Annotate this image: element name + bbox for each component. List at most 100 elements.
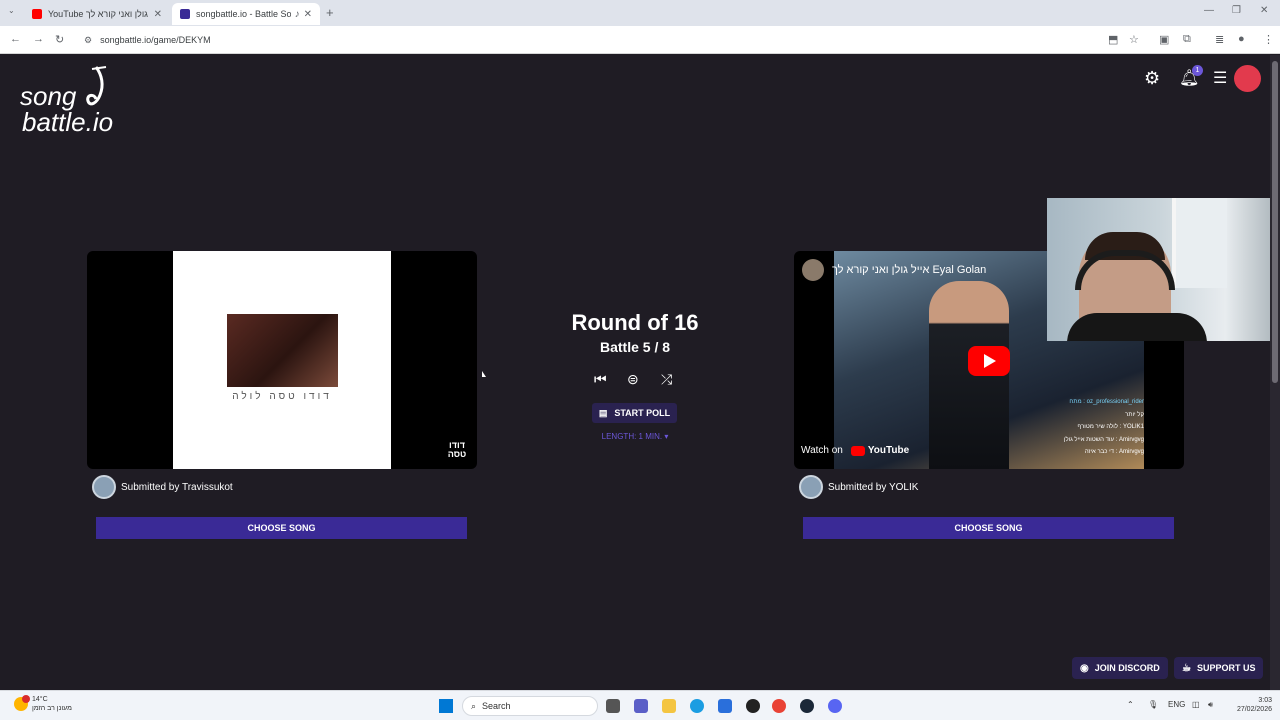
install-app-icon[interactable]: ⬒: [1108, 33, 1118, 46]
back-icon[interactable]: ←: [10, 33, 21, 45]
network-icon[interactable]: ◫: [1192, 700, 1200, 709]
volume-icon[interactable]: 🔊︎: [1208, 700, 1213, 710]
choose-right-song-button[interactable]: CHOOSE SONG: [803, 517, 1174, 539]
url-field[interactable]: ⚙ songbattle.io/game/DEKYM: [80, 30, 1150, 50]
user-avatar[interactable]: [1234, 65, 1261, 92]
discord-icon: ◉: [1080, 662, 1089, 674]
weather-text: מעונן רב הזמן: [32, 705, 72, 712]
chrome-icon[interactable]: [772, 699, 786, 713]
shuffle-icon[interactable]: ⤮: [661, 371, 672, 388]
tab-title: YouTube אייל גולן ואני קורא לך: [48, 9, 150, 19]
channel-avatar[interactable]: [802, 259, 824, 281]
media-control-icon[interactable]: ≣: [1215, 33, 1224, 46]
clock-date: 27/02/2026: [1236, 706, 1272, 713]
tray-chevron-icon[interactable]: ⌃: [1127, 700, 1134, 709]
extensions-puzzle-icon[interactable]: ⧉: [1183, 33, 1191, 46]
logo-text-battle: battle.io: [22, 107, 114, 137]
scrollbar-thumb[interactable]: [1272, 61, 1278, 383]
reload-icon[interactable]: ↻: [55, 33, 64, 46]
length-selector[interactable]: LENGTH: 1 MIN. ▾: [560, 432, 710, 441]
minimize-icon[interactable]: —: [1204, 5, 1214, 16]
submitted-by-text: Submitted by YOLIK: [828, 481, 919, 493]
speaker-icon[interactable]: ♪: [295, 9, 300, 20]
hamburger-menu-icon[interactable]: ☰: [1213, 68, 1227, 88]
battle-controls: ⏮ ⊜ ⤮: [590, 371, 680, 389]
join-discord-button[interactable]: ◉ JOIN DISCORD: [1072, 657, 1168, 679]
join-discord-label: JOIN DISCORD: [1094, 663, 1160, 673]
chat-line: קל יותר: [1125, 411, 1144, 418]
submitter-avatar: [92, 475, 116, 499]
notification-badge: 1: [1192, 65, 1203, 76]
forward-icon[interactable]: →: [33, 33, 44, 45]
support-us-button[interactable]: ☕︎ SUPPORT US: [1174, 657, 1264, 679]
tab-search-icon[interactable]: ⌄: [8, 6, 15, 15]
battle-counter: Battle 5 / 8: [599, 339, 671, 355]
songbattle-logo[interactable]: song battle.io: [20, 65, 140, 141]
browser-tab-bar: ⌄ YouTube אייל גולן ואני קורא לך ✕ songb…: [0, 0, 1280, 26]
songbattle-favicon-icon: [180, 9, 190, 19]
close-tab-icon[interactable]: ✕: [304, 9, 312, 20]
chat-line: Amirvgvg : עוד השטות אייל גולן: [1063, 436, 1144, 443]
maximize-icon[interactable]: ❐: [1232, 5, 1241, 16]
address-bar: ← → ↻ ⚙ songbattle.io/game/DEKYM ⬒ ☆ ▣ ⧉…: [0, 26, 1280, 54]
support-us-label: SUPPORT US: [1196, 663, 1256, 673]
tab-songbattle[interactable]: songbattle.io - Battle Song ♪ ✕: [172, 3, 320, 25]
youtube-play-icon[interactable]: [968, 346, 1010, 376]
teams-icon[interactable]: [634, 699, 648, 713]
task-view-icon[interactable]: [606, 699, 620, 713]
video-title[interactable]: אייל גולן ואני קורא לך Eyal Golan: [832, 264, 986, 276]
saxophone-icon: [86, 66, 107, 106]
previous-battle-icon[interactable]: ⏮: [594, 371, 607, 388]
steam-icon[interactable]: [800, 699, 814, 713]
page-content: song battle.io ⚙ 🔔︎ 1 ☰ דודו טסה לולה דו…: [0, 55, 1270, 690]
left-submitter: Submitted by Travissukot: [92, 475, 233, 499]
chat-line: Amirvgvg : די כבר איזה: [1084, 449, 1144, 455]
watch-on-youtube[interactable]: Watch on YouTube: [801, 445, 909, 456]
tab-title: songbattle.io - Battle Song: [196, 9, 291, 19]
album-cover: דודו טסה לולה: [173, 251, 391, 469]
youtube-label: YouTube: [867, 445, 910, 456]
chat-line: YOLIK1 : לולה שיר מטורף: [1077, 424, 1144, 430]
poll-icon: ▤: [598, 407, 608, 418]
bookmark-star-icon[interactable]: ☆: [1129, 33, 1139, 46]
store-icon[interactable]: [718, 699, 732, 713]
submitter-avatar: [799, 475, 823, 499]
discord-app-icon[interactable]: [828, 699, 842, 713]
webcam-overlay: [1047, 198, 1270, 341]
app-icon[interactable]: [746, 699, 760, 713]
donate-coin-icon[interactable]: ⊜: [627, 371, 639, 388]
right-submitter: Submitted by YOLIK: [799, 475, 918, 499]
extension-icon[interactable]: ▣: [1159, 33, 1169, 46]
album-text: דודו טסה לולה: [232, 391, 332, 402]
round-title: Round of 16: [571, 310, 699, 335]
chat-line: oz_professional_rider : מתח: [1069, 399, 1144, 405]
stream-chat-overlay: oz_professional_rider : מתח קל יותר YOLI…: [1044, 396, 1144, 459]
choose-left-song-button[interactable]: CHOOSE SONG: [96, 517, 467, 539]
page-scrollbar[interactable]: [1270, 55, 1280, 690]
youtube-favicon-icon: [32, 9, 42, 19]
chrome-menu-icon[interactable]: ⋮: [1263, 33, 1274, 46]
edge-icon[interactable]: [690, 699, 704, 713]
profile-icon[interactable]: ●: [1238, 33, 1245, 45]
submitted-by-text: Submitted by Travissukot: [121, 481, 233, 493]
search-label: Search: [482, 701, 511, 711]
start-poll-label: START POLL: [614, 408, 671, 418]
system-clock[interactable]: 3:03 27/02/2026: [1228, 696, 1272, 714]
search-icon: ⌕: [471, 700, 477, 711]
windows-start-icon[interactable]: [439, 699, 453, 713]
site-info-icon[interactable]: ⚙: [84, 35, 92, 46]
file-explorer-icon[interactable]: [662, 699, 676, 713]
left-song-player[interactable]: דודו טסה לולה דודו טסה: [87, 251, 477, 469]
start-poll-button[interactable]: ▤ START POLL: [592, 403, 677, 423]
tab-youtube[interactable]: YouTube אייל גולן ואני קורא לך ✕: [24, 3, 170, 25]
microphone-icon[interactable]: 🎙︎: [1148, 700, 1158, 709]
settings-gear-icon[interactable]: ⚙: [1144, 68, 1160, 89]
youtube-logo-icon: [850, 445, 865, 456]
language-indicator[interactable]: ENG: [1168, 700, 1185, 709]
close-tab-icon[interactable]: ✕: [154, 9, 162, 20]
taskbar-search[interactable]: ⌕ Search: [462, 696, 598, 716]
close-window-icon[interactable]: ✕: [1260, 5, 1268, 16]
mouse-cursor: [482, 371, 486, 377]
album-photo: [227, 314, 338, 387]
new-tab-icon[interactable]: +: [326, 5, 334, 20]
